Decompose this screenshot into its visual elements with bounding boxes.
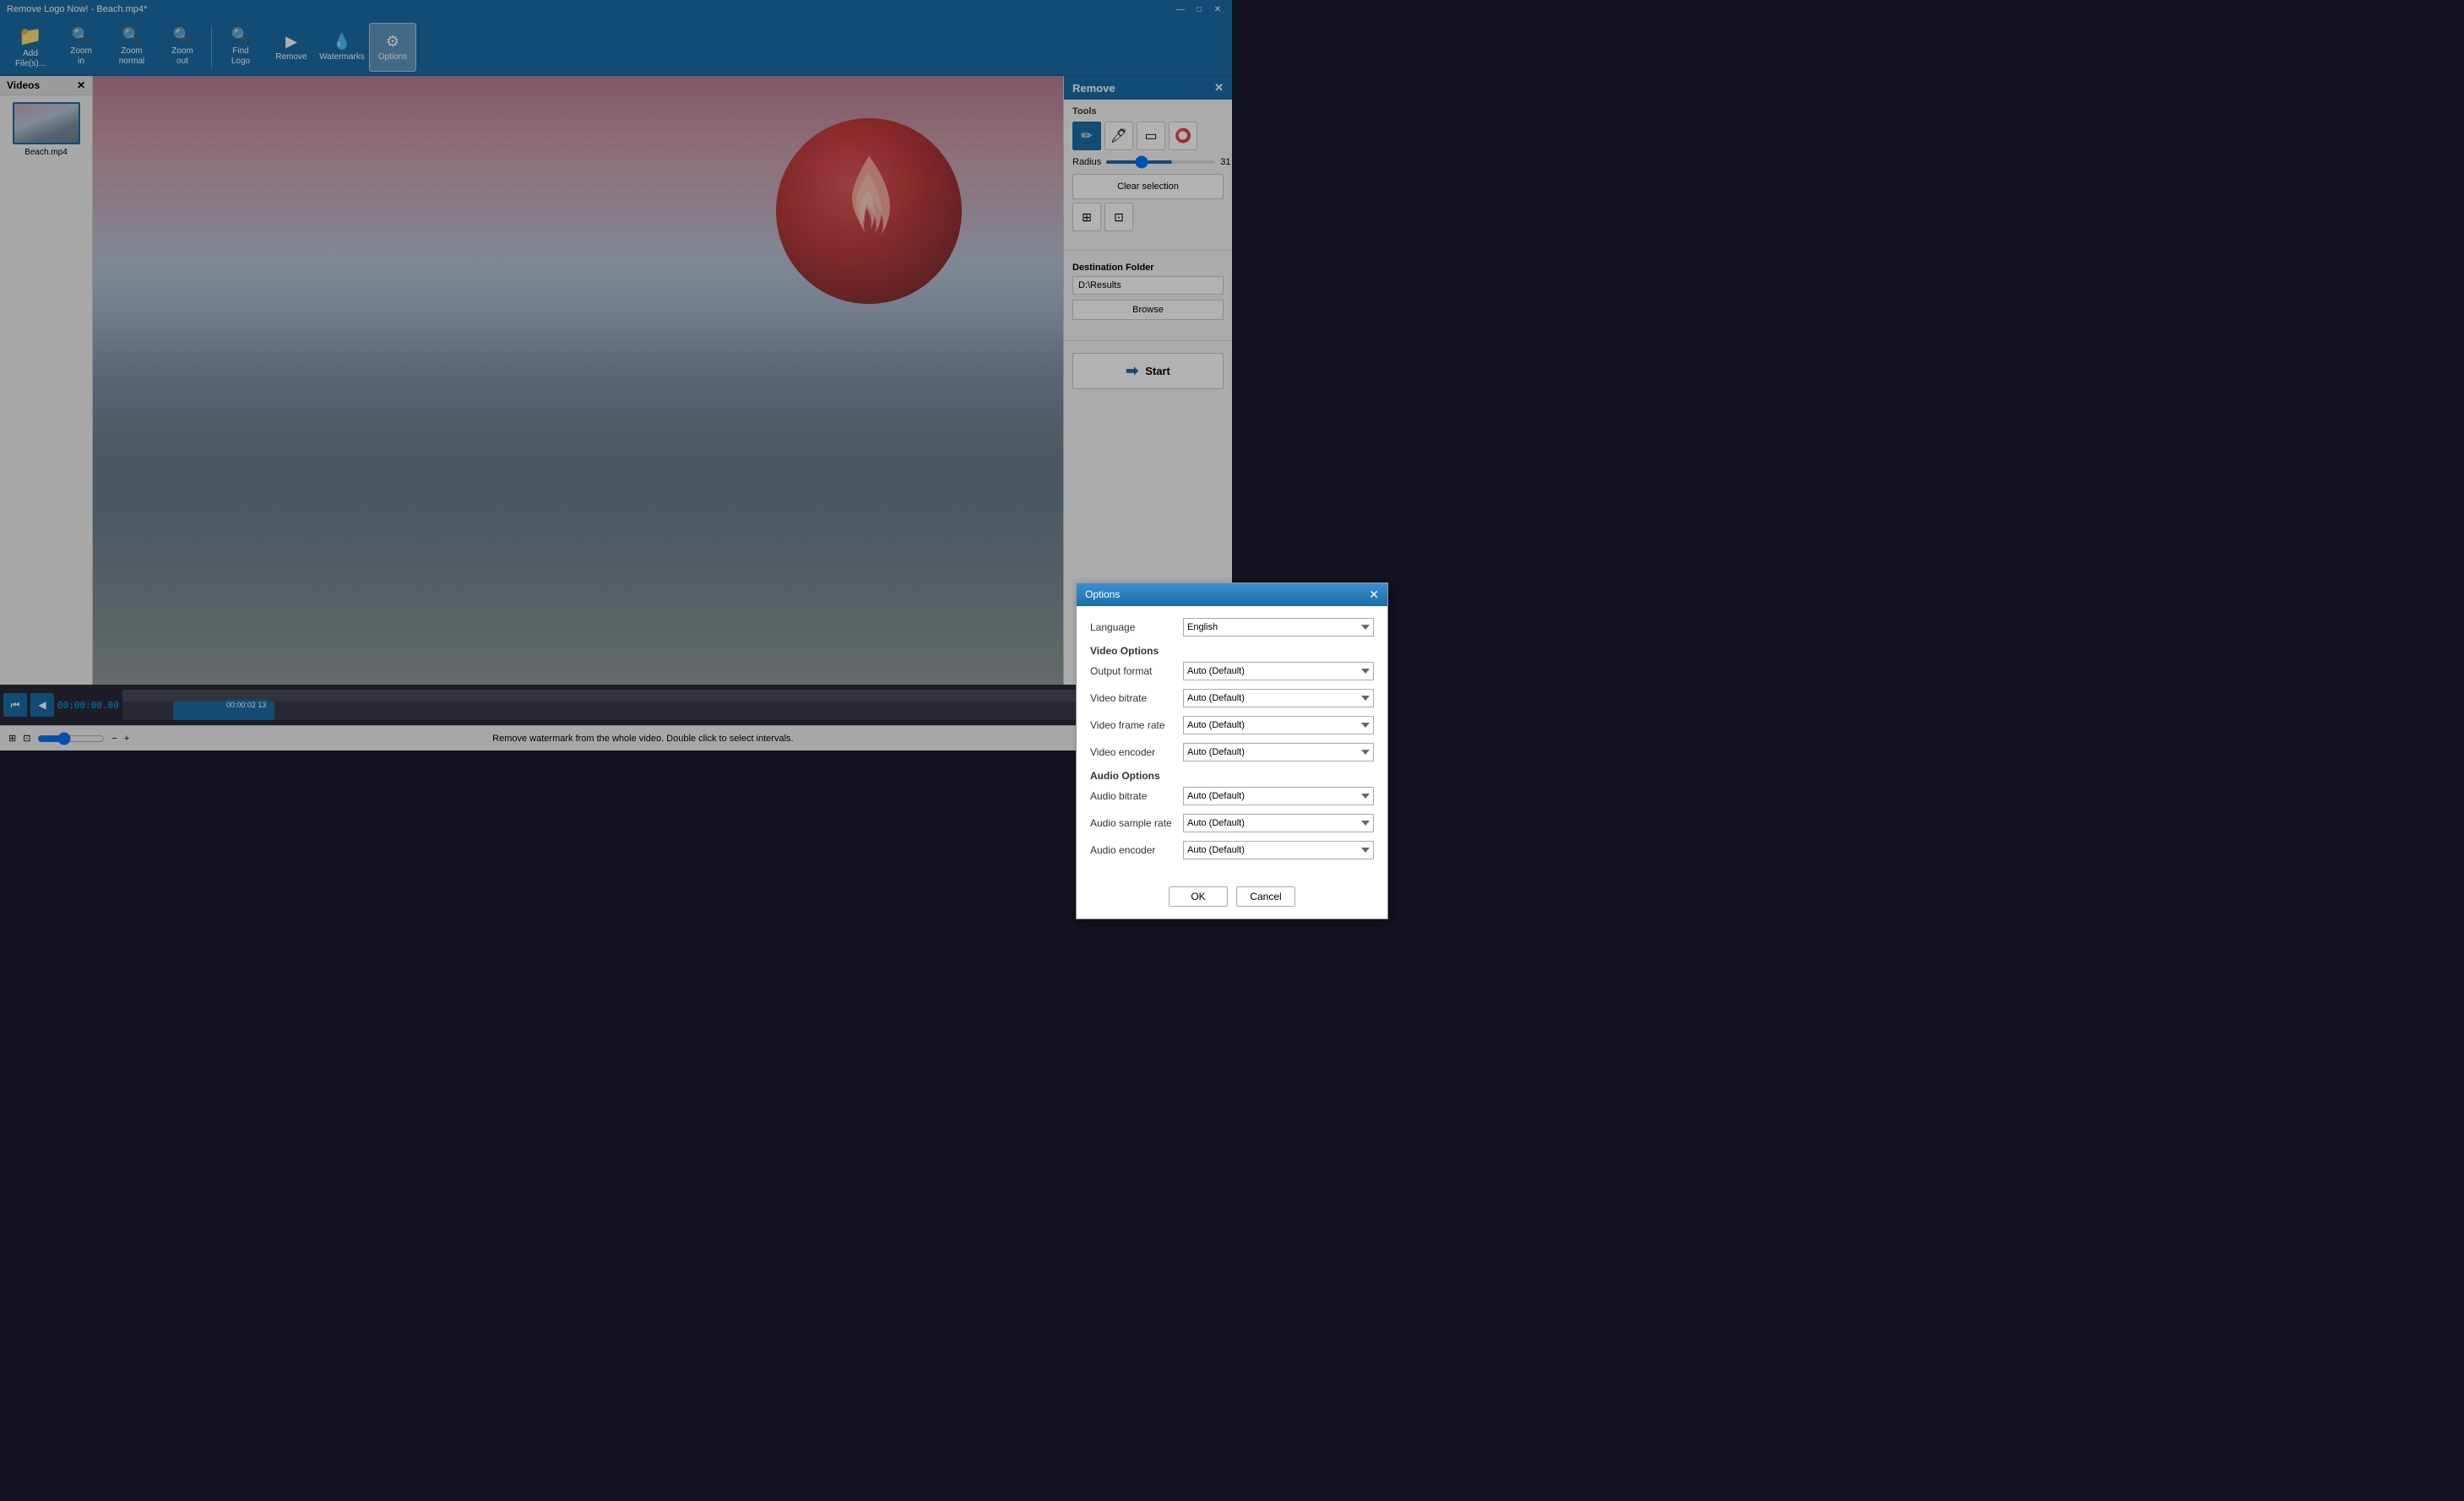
video-encoder-row: Video encoder Auto (Default) (1090, 743, 1374, 761)
language-label: Language (1090, 621, 1183, 633)
dialog-title: Options (1085, 588, 1120, 600)
language-select[interactable]: English French German Spanish Italian Ru… (1183, 618, 1374, 637)
audio-options-label: Audio Options (1090, 770, 1374, 782)
audio-bitrate-row: Audio bitrate Auto (Default) (1090, 787, 1374, 805)
video-bitrate-select[interactable]: Auto (Default) (1183, 689, 1374, 707)
video-options-label: Video Options (1090, 645, 1374, 657)
language-row: Language English French German Spanish I… (1090, 618, 1374, 637)
video-bitrate-label: Video bitrate (1090, 692, 1183, 704)
dialog-overlay[interactable]: Options ✕ Language English French German… (0, 0, 2464, 1501)
dialog-content: Language English French German Spanish I… (1077, 606, 1387, 880)
video-framerate-select[interactable]: Auto (Default) (1183, 716, 1374, 734)
video-encoder-select[interactable]: Auto (Default) (1183, 743, 1374, 761)
output-format-label: Output format (1090, 665, 1183, 677)
audio-bitrate-label: Audio bitrate (1090, 790, 1183, 802)
output-format-select[interactable]: Auto (Default) (1183, 662, 1374, 680)
audio-encoder-select[interactable]: Auto (Default) (1183, 841, 1374, 859)
dialog-ok-button[interactable]: OK (1169, 886, 1228, 907)
video-framerate-row: Video frame rate Auto (Default) (1090, 716, 1374, 734)
video-encoder-label: Video encoder (1090, 746, 1183, 758)
dialog-close-button[interactable]: ✕ (1369, 588, 1379, 602)
dialog-titlebar: Options ✕ (1077, 583, 1387, 606)
video-bitrate-row: Video bitrate Auto (Default) (1090, 689, 1374, 707)
output-format-row: Output format Auto (Default) (1090, 662, 1374, 680)
dialog-cancel-button[interactable]: Cancel (1236, 886, 1295, 907)
audio-bitrate-select[interactable]: Auto (Default) (1183, 787, 1374, 805)
audio-samplerate-label: Audio sample rate (1090, 817, 1183, 829)
audio-samplerate-select[interactable]: Auto (Default) (1183, 814, 1374, 832)
audio-encoder-label: Audio encoder (1090, 844, 1183, 856)
audio-samplerate-row: Audio sample rate Auto (Default) (1090, 814, 1374, 832)
video-framerate-label: Video frame rate (1090, 719, 1183, 731)
audio-encoder-row: Audio encoder Auto (Default) (1090, 841, 1374, 859)
options-dialog: Options ✕ Language English French German… (1076, 583, 1388, 919)
dialog-buttons: OK Cancel (1077, 880, 1387, 918)
